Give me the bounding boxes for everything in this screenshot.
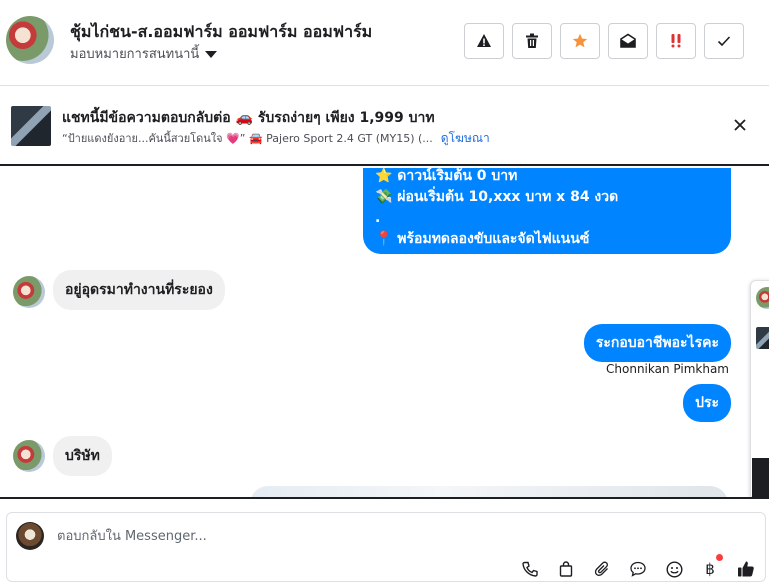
image-attachment[interactable] (250, 486, 728, 497)
contact-avatar[interactable] (6, 16, 54, 64)
assign-conversation-dropdown[interactable]: มอบหมายการสนทนานี้ (70, 43, 218, 64)
page-avatar (16, 522, 44, 550)
view-ad-link[interactable]: ดูโฆษณา (441, 131, 490, 145)
incoming-message: บริษัท (53, 436, 112, 476)
ad-subtitle-text: “ป้ายแดงยังอาย...คันนี้สวยโดนใจ 💗” 🚘 Paj… (62, 132, 433, 145)
side-avatar[interactable] (756, 287, 769, 309)
contact-name[interactable]: ชุ้มไก่ชน-ส.ออมฟาร์ม ออมฟาร์ม ออมฟาร์ม (70, 20, 372, 45)
message-line: . (375, 210, 381, 226)
paperclip-icon[interactable] (593, 560, 611, 578)
contact-avatar-small[interactable] (13, 276, 45, 308)
follow-up-button[interactable] (656, 23, 696, 59)
trash-icon (526, 33, 538, 48)
phone-icon[interactable] (521, 560, 539, 578)
emoji-icon[interactable] (665, 560, 683, 578)
outgoing-message: ระกอบอาชีพอะไรคะ (583, 324, 731, 362)
side-ad-thumbnail[interactable] (756, 327, 769, 349)
chat-bubble-icon[interactable] (629, 560, 647, 578)
message-thread[interactable]: ⭐ ดาวน์เริ่มต้น 0 บาท 💸 ผ่อนเริ่มต้น 10,… (0, 168, 769, 499)
message-line: 💸 ผ่อนเริ่มต้น 10,xxx บาท x 84 งวด (375, 189, 619, 205)
done-button[interactable] (704, 23, 744, 59)
composer-tools: ฿ (521, 554, 755, 578)
sender-name: Chonnikan Pimkham (606, 362, 729, 376)
message-line: ⭐ ดาวน์เริ่มต้น 0 บาท (375, 168, 518, 184)
message-line: 📍 พร้อมทดลองขับและจัดไฟแนนซ์ (375, 231, 590, 247)
ad-context-banner: แชทนี้มีข้อความตอบกลับต่อ 🚗 รับรถง่ายๆ เ… (0, 86, 769, 166)
alert-triangle-icon (477, 34, 491, 47)
reply-composer: ตอบกลับใน Messenger... ฿ (6, 512, 766, 582)
conversation-header: ชุ้มไก่ชน-ส.ออมฟาร์ม ออมฟาร์ม ออมฟาร์ม ม… (0, 0, 769, 86)
delete-button[interactable] (512, 23, 552, 59)
star-button[interactable] (560, 23, 600, 59)
spam-button[interactable] (464, 23, 504, 59)
envelope-open-icon (620, 33, 636, 48)
double-exclamation-icon (671, 34, 681, 48)
shopping-bag-icon[interactable] (557, 560, 575, 578)
outgoing-message: ประ (683, 384, 731, 422)
ad-title: แชทนี้มีข้อความตอบกลับต่อ 🚗 รับรถง่ายๆ เ… (62, 110, 435, 126)
ad-subtitle: “ป้ายแดงยังอาย...คันนี้สวยโดนใจ 💗” 🚘 Paj… (62, 129, 490, 148)
mark-unread-button[interactable] (608, 23, 648, 59)
baht-icon[interactable]: ฿ (701, 554, 723, 578)
ad-thumbnail[interactable] (11, 106, 51, 146)
caret-down-icon (205, 50, 218, 58)
star-icon (572, 33, 588, 48)
thumbs-up-icon[interactable] (737, 560, 755, 578)
header-actions (464, 23, 744, 59)
checkmark-icon (717, 36, 731, 47)
outgoing-message-block: ⭐ ดาวน์เริ่มต้น 0 บาท 💸 ผ่อนเริ่มต้น 10,… (363, 168, 731, 254)
assign-label: มอบหมายการสนทนานี้ (70, 47, 200, 62)
notification-dot (716, 554, 723, 561)
overlay-panel-edge (752, 458, 769, 497)
reply-input[interactable]: ตอบกลับใน Messenger... (57, 525, 207, 546)
incoming-message: อยู่อุดรมาทำงานที่ระยอง (53, 270, 225, 310)
close-icon[interactable] (731, 116, 749, 134)
contact-avatar-small[interactable] (13, 440, 45, 472)
